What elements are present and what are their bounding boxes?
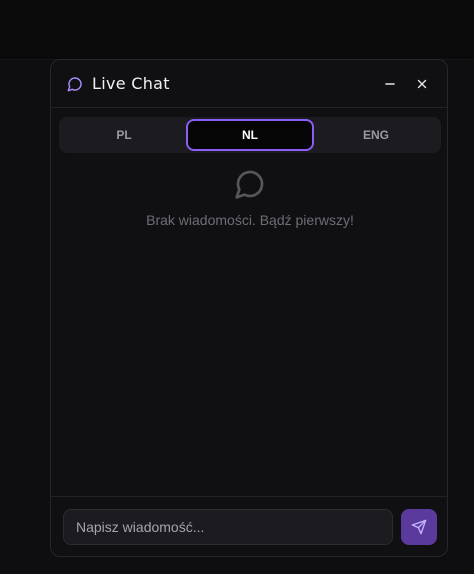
send-icon: [411, 519, 427, 535]
minimize-button[interactable]: [379, 73, 401, 95]
chat-bubble-icon: [51, 168, 447, 200]
send-button[interactable]: [401, 508, 437, 545]
tab-eng[interactable]: ENG: [314, 119, 438, 151]
chat-header: Live Chat: [51, 60, 447, 108]
close-button[interactable]: [411, 73, 433, 95]
empty-state-message: Brak wiadomości. Bądź pierwszy!: [146, 212, 354, 228]
message-input[interactable]: [63, 508, 393, 545]
chat-title: Live Chat: [92, 74, 170, 93]
live-chat-widget: Live Chat PL NL ENG Brak wiadomości. Bąd…: [50, 59, 448, 557]
close-icon: [415, 77, 429, 91]
empty-state: Brak wiadomości. Bądź pierwszy!: [51, 168, 447, 228]
tab-nl[interactable]: NL: [186, 119, 314, 151]
chat-composer: [51, 496, 447, 556]
tab-pl[interactable]: PL: [62, 119, 186, 151]
minus-icon: [383, 77, 397, 91]
chat-bubble-icon: [67, 76, 83, 92]
language-tabs: PL NL ENG: [59, 117, 441, 153]
top-bar: [0, 0, 474, 60]
